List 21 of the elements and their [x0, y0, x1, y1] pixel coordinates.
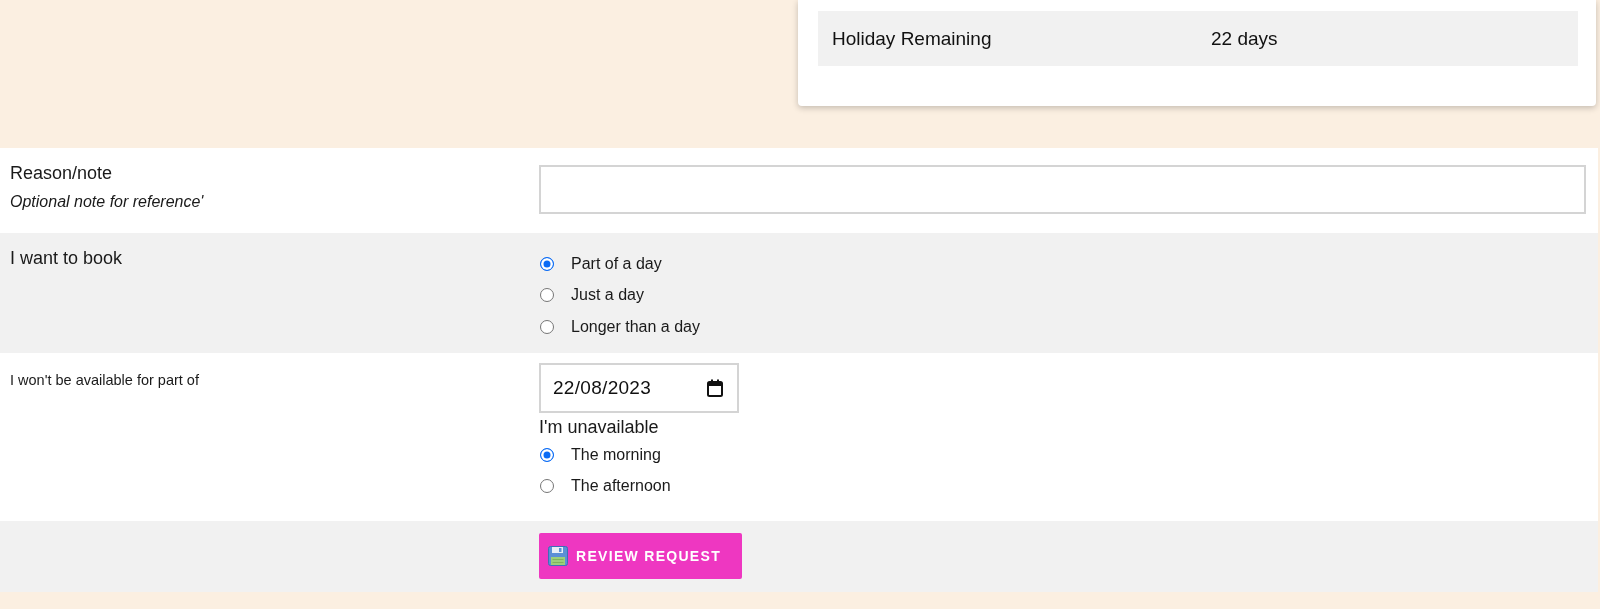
field-label: I won't be available for part of	[10, 371, 200, 390]
radio-button[interactable]	[540, 256, 554, 271]
radio-label[interactable]: Just a day	[571, 286, 644, 305]
field-label: Reason/note	[10, 162, 114, 184]
note-field[interactable]	[539, 165, 1586, 214]
summary-value: 22 days	[1211, 27, 1279, 50]
radio-label[interactable]: Longer than a day	[571, 317, 700, 336]
field-label: I'm unavailable	[539, 417, 660, 438]
radio-label[interactable]: The afternoon	[571, 477, 671, 496]
calendar-icon	[707, 379, 723, 397]
radio-label[interactable]: Part of a day	[571, 254, 662, 273]
summary-label: Holiday Remaining	[832, 27, 993, 50]
help-text: Optional note for reference'	[10, 193, 205, 211]
radio-button[interactable]	[540, 447, 554, 462]
field-label: I want to book	[10, 247, 124, 269]
review-request-button[interactable]: REVIEW REQUEST	[539, 533, 742, 579]
radio-button[interactable]	[540, 288, 554, 303]
radio-button[interactable]	[540, 319, 554, 334]
radio-button[interactable]	[540, 479, 554, 494]
radio-label[interactable]: The morning	[571, 445, 661, 464]
date-field[interactable]: 22/08/2023	[539, 363, 739, 413]
